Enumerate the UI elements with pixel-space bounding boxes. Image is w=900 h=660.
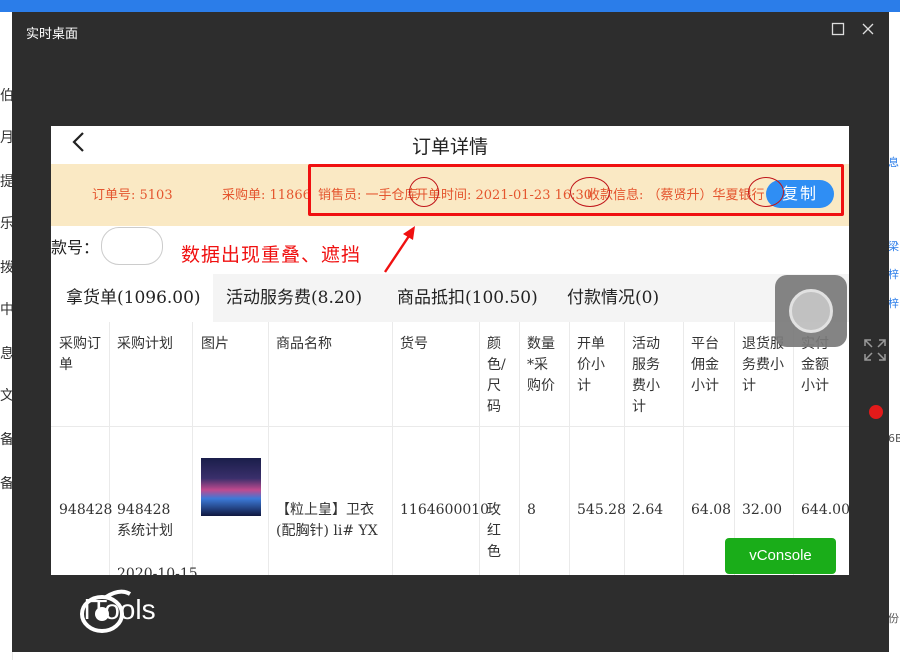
divider bbox=[192, 322, 193, 575]
divider bbox=[268, 322, 269, 575]
divider bbox=[479, 322, 480, 575]
realtime-desktop-window: 实时桌面 订单详情 订单号: 5103 采购单: 11866 销售员: 一手仓库… bbox=[12, 12, 889, 652]
assistive-touch-icon bbox=[789, 289, 833, 333]
bg-char: 梁 bbox=[888, 240, 899, 253]
cell-open-price: 545.28 bbox=[577, 502, 626, 518]
cell-qty: 8 bbox=[527, 502, 536, 518]
col-header: 开单价小计 bbox=[577, 336, 605, 394]
itools-brand-text: iTools bbox=[84, 594, 156, 625]
tab-deduction[interactable]: 商品抵扣(100.50) bbox=[397, 274, 538, 322]
bg-char: 拨 bbox=[0, 260, 12, 276]
window-titlebar: 实时桌面 bbox=[12, 12, 889, 50]
bg-char: 中 bbox=[0, 302, 12, 318]
bg-char: 梓 bbox=[888, 297, 899, 310]
bg-char: 乐 bbox=[0, 216, 12, 232]
assistive-touch-button[interactable] bbox=[775, 275, 847, 347]
cell-order: 948428 bbox=[59, 502, 113, 518]
record-indicator bbox=[869, 405, 883, 419]
desktop-taskbar bbox=[0, 0, 900, 12]
tab-bar: 拿货单(1096.00) 活动服务费(8.20) 商品抵扣(100.50) 付款… bbox=[51, 274, 849, 322]
bg-char: 备 bbox=[0, 476, 12, 492]
bg-char: 伯 bbox=[0, 88, 12, 104]
divider bbox=[109, 322, 110, 575]
cell-plan: 系统计划 bbox=[117, 523, 173, 539]
window-title: 实时桌面 bbox=[26, 27, 79, 42]
bg-char: 文 bbox=[0, 388, 12, 404]
vconsole-button[interactable]: vConsole bbox=[725, 538, 836, 574]
tab-activity-fee[interactable]: 活动服务费(8.20) bbox=[226, 274, 362, 322]
col-header: 颜色/尺码 bbox=[487, 336, 506, 415]
bg-char: 梓 bbox=[888, 268, 899, 281]
order-number: 订单号: 5103 bbox=[92, 188, 173, 203]
col-header: 图片 bbox=[201, 336, 229, 352]
cell-product-name: 【粒上皇】卫衣 bbox=[276, 502, 374, 518]
bg-char: 月 bbox=[0, 130, 12, 146]
divider bbox=[683, 322, 684, 575]
style-number-input[interactable] bbox=[101, 227, 163, 265]
divider bbox=[519, 322, 520, 575]
divider bbox=[569, 322, 570, 575]
style-number-label: 款号： bbox=[51, 238, 100, 257]
bg-char: 息 bbox=[888, 156, 899, 169]
phone-screen: 订单详情 订单号: 5103 采购单: 11866 销售员: 一手仓库 开单时间… bbox=[51, 126, 849, 575]
close-icon[interactable] bbox=[857, 20, 879, 42]
cell-product-name: (配胸针) li# YX bbox=[276, 523, 378, 539]
overlap-marker bbox=[748, 177, 784, 207]
col-header: 货号 bbox=[400, 336, 428, 352]
bg-char: 6B bbox=[888, 432, 900, 445]
purchase-number: 采购单: 11866 bbox=[222, 188, 311, 203]
col-header: 活动服务费小计 bbox=[632, 336, 660, 415]
background-app-right: 息 梁 梓 梓 6B 份 bbox=[888, 12, 900, 660]
product-image[interactable] bbox=[201, 458, 261, 516]
col-header: 商品名称 bbox=[276, 336, 332, 352]
annotation-text: 数据出现重叠、遮挡 bbox=[181, 244, 362, 266]
cell-return-fee: 32.00 bbox=[742, 502, 783, 518]
bg-char: 息 bbox=[0, 346, 12, 362]
nav-bar: 订单详情 bbox=[51, 126, 849, 164]
col-header: 采购订单 bbox=[59, 336, 101, 373]
overlap-marker bbox=[409, 177, 439, 207]
bg-char: 份 bbox=[888, 612, 899, 625]
tab-pickup[interactable]: 拿货单(1096.00) bbox=[51, 274, 213, 322]
bg-char: 备 bbox=[0, 432, 12, 448]
tab-payment[interactable]: 付款情况(0) bbox=[567, 274, 659, 322]
cell-color: 红 bbox=[487, 523, 501, 539]
annotation-arrow-icon bbox=[384, 226, 415, 273]
divider bbox=[624, 322, 625, 575]
overlap-marker bbox=[570, 177, 610, 207]
cell-commission: 64.08 bbox=[691, 502, 732, 518]
cell-sku: 1164600010 bbox=[400, 502, 490, 518]
page-title: 订单详情 bbox=[411, 136, 488, 158]
cell-plan: 2020-10-15 bbox=[117, 566, 198, 575]
col-header: 采购计划 bbox=[117, 336, 173, 352]
cell-activity-fee: 2.64 bbox=[632, 502, 664, 518]
divider bbox=[392, 322, 393, 575]
bg-char: 提 bbox=[0, 174, 12, 190]
cell-paid: 644.00 bbox=[801, 502, 849, 518]
cell-color: 色 bbox=[487, 544, 501, 560]
col-header: 数量*采购价 bbox=[527, 336, 555, 394]
divider bbox=[51, 426, 849, 427]
col-header: 平台佣金小计 bbox=[691, 336, 719, 394]
cell-color: 玫 bbox=[487, 502, 501, 518]
cell-plan: 948428 bbox=[117, 502, 171, 518]
maximize-icon[interactable] bbox=[827, 20, 849, 42]
fullscreen-icon[interactable] bbox=[863, 338, 889, 364]
